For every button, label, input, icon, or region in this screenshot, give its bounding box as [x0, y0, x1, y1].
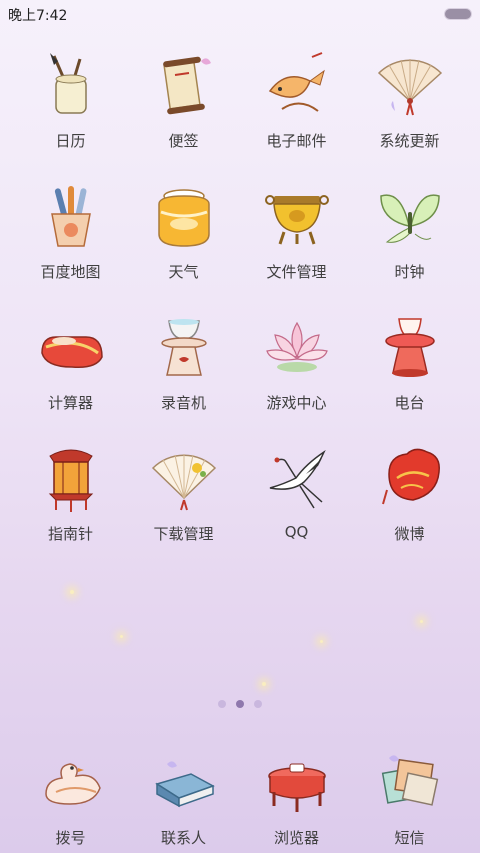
app-label: 便签	[168, 132, 199, 150]
crane-icon	[259, 441, 335, 517]
sparkle-decoration	[420, 620, 423, 623]
app-game-center[interactable]: 游戏中心	[240, 310, 353, 441]
letters-icon	[372, 745, 448, 821]
app-notes[interactable]: 便签	[127, 48, 240, 179]
palace-lantern-icon	[33, 441, 109, 517]
app-label: 时钟	[394, 263, 425, 281]
app-compass[interactable]: 指南针	[14, 441, 127, 572]
app-label: 电子邮件	[266, 132, 327, 150]
dock-dialer[interactable]: 拨号	[14, 745, 127, 848]
folding-fan-icon	[372, 48, 448, 124]
app-calculator[interactable]: 计算器	[14, 310, 127, 441]
porcelain-jar-icon	[146, 179, 222, 255]
app-label: 日历	[55, 132, 86, 150]
app-label: 短信	[394, 829, 425, 847]
butterfly-icon	[372, 179, 448, 255]
app-weibo[interactable]: 微博	[353, 441, 466, 572]
app-label: 电台	[394, 394, 425, 412]
page-dot-active[interactable]	[236, 700, 244, 708]
app-email[interactable]: 电子邮件	[240, 48, 353, 179]
koi-fish-icon	[259, 48, 335, 124]
page-indicator[interactable]	[0, 700, 480, 712]
app-radio[interactable]: 电台	[353, 310, 466, 441]
app-file-manager[interactable]: 文件管理	[240, 179, 353, 310]
app-download-manager[interactable]: 下载管理	[127, 441, 240, 572]
battery-icon	[444, 8, 472, 20]
app-label: 下载管理	[153, 525, 214, 543]
dock-browser[interactable]: 浏览器	[240, 745, 353, 848]
dock: 拨号 联系人 浏览器 短信	[14, 745, 466, 848]
lotus-icon	[259, 310, 335, 386]
red-pouch-icon	[372, 441, 448, 517]
app-baidu-map[interactable]: 百度地图	[14, 179, 127, 310]
app-recorder[interactable]: 录音机	[127, 310, 240, 441]
red-table-icon	[259, 745, 335, 821]
app-label: 指南针	[47, 525, 93, 543]
teacup-stand-icon	[146, 310, 222, 386]
sparkle-decoration	[320, 640, 323, 643]
app-label: QQ	[284, 523, 309, 541]
sparkle-decoration	[70, 590, 74, 594]
sparkle-decoration	[262, 682, 266, 686]
app-label: 天气	[168, 263, 199, 281]
app-label: 系统更新	[379, 132, 440, 150]
app-grid: 日历 便签 电子邮件 系统更新 百度地图 天气 文件管理 时钟 计算器 录音机 …	[14, 48, 466, 572]
book-icon	[146, 745, 222, 821]
app-qq[interactable]: QQ	[240, 441, 353, 572]
app-label: 计算器	[47, 394, 93, 412]
page-dot[interactable]	[218, 700, 226, 708]
app-weather[interactable]: 天气	[127, 179, 240, 310]
scroll-icon	[146, 48, 222, 124]
red-lantern-stand-icon	[372, 310, 448, 386]
app-system-update[interactable]: 系统更新	[353, 48, 466, 179]
app-label: 微博	[394, 525, 425, 543]
app-calendar[interactable]: 日历	[14, 48, 127, 179]
app-label: 联系人	[160, 829, 206, 847]
app-label: 游戏中心	[266, 394, 327, 412]
page-dot[interactable]	[254, 700, 262, 708]
app-label: 百度地图	[40, 263, 101, 281]
painted-fan-icon	[146, 441, 222, 517]
sparkle-decoration	[120, 635, 123, 638]
scroll-vase-icon	[33, 179, 109, 255]
app-label: 浏览器	[273, 829, 319, 847]
status-time: 晚上7:42	[8, 8, 68, 24]
mandarin-duck-icon	[33, 745, 109, 821]
embroidered-shoe-icon	[33, 310, 109, 386]
app-clock[interactable]: 时钟	[353, 179, 466, 310]
dock-contacts[interactable]: 联系人	[127, 745, 240, 848]
brush-pot-icon	[33, 48, 109, 124]
app-label: 拨号	[55, 829, 86, 847]
status-bar: 晚上7:42	[0, 0, 480, 28]
app-label: 录音机	[160, 394, 206, 412]
dock-messages[interactable]: 短信	[353, 745, 466, 848]
bronze-cauldron-icon	[259, 179, 335, 255]
app-label: 文件管理	[266, 263, 327, 281]
